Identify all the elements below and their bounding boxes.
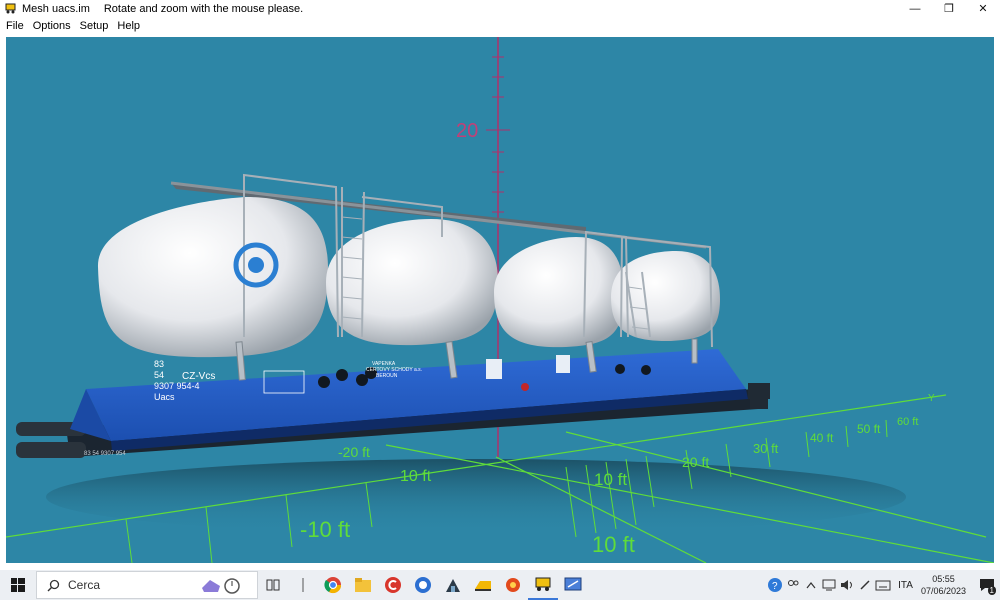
wagon-text-line: Uacs [154,392,175,402]
menu-help[interactable]: Help [117,20,140,32]
mesh-viewer-icon[interactable] [528,570,558,600]
menu-file[interactable]: File [6,20,24,32]
file-explorer-icon[interactable] [348,570,378,600]
show-hidden-icons-icon[interactable] [802,570,820,600]
wagon-text-line: 54 [154,370,164,380]
tick-label: 40 ft [810,431,834,445]
language-indicator[interactable]: ITA [898,580,913,591]
station-app-icon[interactable] [438,570,468,600]
vertical-axis-label: 20 [456,120,478,142]
network-icon[interactable] [820,570,838,600]
wagon-cz-label: CZ-Vcs [182,371,215,382]
clock-time: 05:55 [932,574,955,584]
system-tray: ? ITA 05:55 07/06/2023 1 [766,570,1000,600]
wagon-placard [486,359,502,379]
search-placeholder: Cerca [68,578,101,592]
notification-count: 1 [987,586,996,595]
app-icon [5,3,16,14]
tick-label: 30 ft [753,441,779,456]
train-app-icon[interactable] [468,570,498,600]
windows-logo-icon [11,578,25,592]
pen-icon[interactable] [856,570,874,600]
volume-icon[interactable] [838,570,856,600]
svg-text:?: ? [772,581,778,592]
tick-label: -10 ft [300,517,350,542]
tick-label: 10 ft [594,470,627,489]
wagon-text-line: 83 [154,359,164,369]
tick-label: 60 ft [897,416,918,428]
tick-label: -20 ft [338,444,370,460]
clock[interactable]: 05:55 07/06/2023 [921,573,966,597]
people-icon[interactable] [784,570,802,600]
window-message: Rotate and zoom with the mouse please. [103,2,304,15]
3d-viewport[interactable]: 20 Y -20 ft 10 ft 20 ft 30 ft 40 ft 50 f… [6,37,994,563]
window-title: Mesh uacs.im [22,2,90,15]
minimize-button[interactable]: — [898,0,932,17]
help-icon[interactable]: ? [766,570,784,600]
tick-label: 50 ft [857,422,881,436]
taskbar-divider-icon [288,570,318,600]
taskbar-search[interactable]: Cerca [36,571,258,599]
chrome-icon[interactable] [318,570,348,600]
menu-options[interactable]: Options [33,20,71,32]
taskbar: Cerca ? ITA 05:55 07/06/2023 1 [0,570,1000,600]
ccleaner-icon[interactable] [378,570,408,600]
start-button[interactable] [0,570,36,600]
title-bar[interactable]: Mesh uacs.im Rotate and zoom with the mo… [0,0,1000,17]
wagon-placard [556,355,570,373]
wagon-bottom-label: 83 54 9307 954 [84,451,126,457]
keyboard-icon[interactable] [874,570,892,600]
scene-canvas: 20 Y -20 ft 10 ft 20 ft 30 ft 40 ft 50 f… [6,37,994,563]
menu-bar: File Options Setup Help [0,17,1000,35]
tick-label: 20 ft [682,454,709,470]
task-view-icon[interactable] [258,570,288,600]
wagon-model: 83 54 9307 954-4 Uacs CZ-Vcs VAPENKA CER… [16,173,770,458]
eye-app-icon[interactable] [498,570,528,600]
app-window: Mesh uacs.im Rotate and zoom with the mo… [0,0,1000,570]
search-highlight-icon [202,578,240,594]
close-button[interactable]: ✕ [966,0,1000,17]
notifications-button[interactable]: 1 [974,570,1000,600]
wagon-text-line: 9307 954-4 [154,381,200,391]
editor-app-icon[interactable] [558,570,588,600]
menu-setup[interactable]: Setup [80,20,109,32]
search-icon [47,579,60,591]
tick-label: 10 ft [400,468,432,485]
restore-button[interactable]: ❐ [932,0,966,17]
tick-label: 10 ft [592,532,635,557]
browser-app-icon[interactable] [408,570,438,600]
axis-y-letter: Y [928,393,935,404]
ground-shadow [46,459,906,535]
clock-date: 07/06/2023 [920,586,966,596]
